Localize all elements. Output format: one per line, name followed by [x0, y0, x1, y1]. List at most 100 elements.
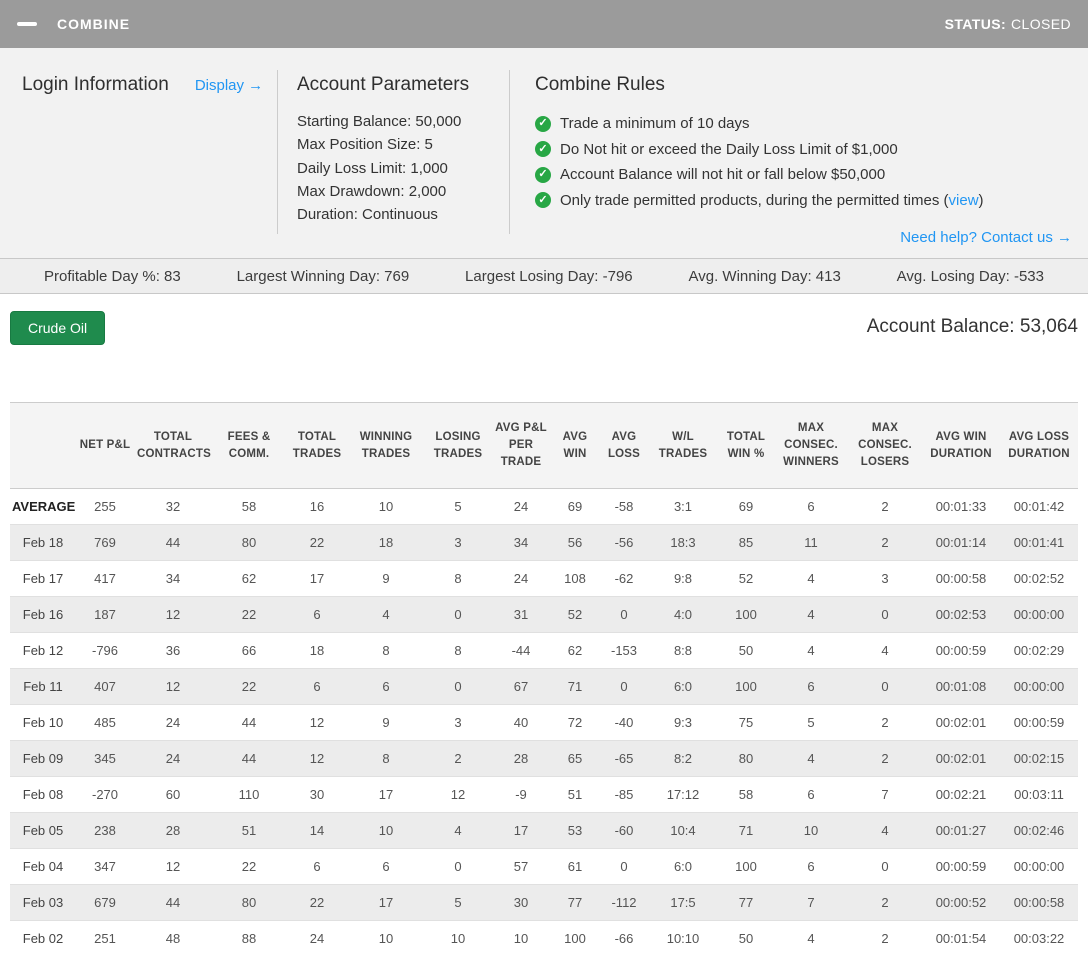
rule-text-suffix: ) — [978, 191, 984, 209]
table-row: Feb 03 679 44 80 22 17 5 30 77 -112 17:5 77 7 2 00:00:… — [10, 884, 1078, 921]
table-cell: 00:00:00 — [1013, 607, 1065, 622]
table-cell: 0 — [454, 679, 462, 694]
table-cell: -58 — [614, 499, 634, 514]
table-cell: 9:3 — [673, 715, 693, 730]
table-cell: 22 — [241, 607, 257, 622]
table-cell: 238 — [94, 823, 116, 838]
table-cell: 67 — [513, 679, 529, 694]
table-cell: 52 — [567, 607, 583, 622]
table-cell: 8:2 — [673, 751, 693, 766]
rule-text: Trade a minimum of 10 days — [560, 115, 750, 132]
table-cell: 9 — [382, 715, 390, 730]
view-link[interactable]: view — [949, 192, 979, 209]
stat-profitable-day: Profitable Day %: 83 — [44, 267, 181, 285]
check-icon: ✓ — [535, 141, 551, 158]
table-cell: 11 — [804, 535, 818, 550]
table-cell: 28 — [165, 823, 181, 838]
param-daily-loss-limit: Daily Loss Limit: 1,000 — [297, 159, 448, 177]
table-cell: 100 — [735, 859, 757, 874]
table-cell: 3 — [881, 571, 889, 586]
crude-oil-button[interactable]: Crude Oil — [10, 311, 106, 345]
row-label: Feb 08 — [22, 787, 64, 802]
table-cell: 00:00:52 — [935, 895, 987, 910]
table-cell: -44 — [511, 643, 531, 658]
table-cell: 00:02:29 — [1013, 643, 1065, 658]
table-cell: 12 — [309, 751, 325, 766]
table-cell: 6 — [382, 859, 390, 874]
table-cell: 0 — [454, 607, 462, 622]
table-cell: 00:00:59 — [1013, 715, 1065, 730]
table-cell: 62 — [567, 643, 583, 658]
collapse-icon[interactable] — [17, 22, 37, 26]
table-cell: 66 — [241, 643, 257, 658]
table-cell: 34 — [165, 571, 181, 586]
table-cell: 255 — [94, 499, 116, 514]
table-cell: 769 — [94, 535, 116, 550]
row-label: Feb 04 — [22, 859, 64, 874]
table-cell: 10 — [803, 823, 819, 838]
table-cell: 00:00:59 — [935, 643, 987, 658]
table-cell: 6:0 — [673, 679, 693, 694]
table-cell: 24 — [309, 931, 325, 947]
table-cell: 17 — [309, 571, 325, 586]
table-cell: 6:0 — [673, 859, 693, 874]
table-cell: 0 — [881, 607, 889, 622]
table-cell: -85 — [614, 787, 634, 802]
table-cell: 187 — [94, 607, 116, 622]
table-cell: 31 — [513, 607, 529, 622]
param-max-drawdown: Max Drawdown: 2,000 — [297, 182, 447, 200]
column-header: AVG LOSS DURATION — [1000, 402, 1078, 489]
table-cell: 0 — [620, 679, 628, 694]
column-header: FEES & COMM. — [212, 402, 286, 489]
table-cell: 52 — [738, 571, 754, 586]
table-cell: 18 — [309, 643, 325, 658]
table-cell: 10 — [378, 823, 394, 838]
column-header: AVG LOSS — [600, 402, 648, 489]
table-cell: 60 — [165, 787, 181, 802]
row-label: Feb 18 — [22, 535, 64, 550]
table-cell: 24 — [165, 715, 181, 730]
display-link[interactable]: Display → — [195, 77, 263, 94]
table-cell: 00:00:00 — [1013, 859, 1065, 874]
row-label: Feb 16 — [22, 607, 64, 622]
rule-item: ✓ Only trade permitted products, during … — [535, 188, 1088, 214]
table-cell: 4 — [807, 571, 815, 586]
table-cell: 69 — [738, 499, 754, 514]
table-cell: 8:8 — [673, 643, 693, 658]
table-row: Feb 18 769 44 80 22 18 3 34 56 -56 18:3 85 11 2 00:01:… — [10, 524, 1078, 561]
contact-us-link[interactable]: Need help? Contact us → — [900, 229, 1072, 246]
table-row: Feb 11 407 12 22 6 6 0 67 71 0 6:0 100 6 0 00:01:08 00:… — [10, 668, 1078, 705]
table-cell: 0 — [881, 679, 889, 694]
table-cell: 00:03:11 — [1014, 787, 1064, 802]
table-cell: 00:02:21 — [935, 787, 987, 802]
table-cell: 17:12 — [666, 787, 700, 802]
table-cell: 5 — [454, 499, 462, 514]
table-cell: 28 — [513, 751, 529, 766]
table-cell: 6 — [807, 679, 815, 694]
table-cell: 10 — [513, 931, 529, 947]
table-cell: 6 — [313, 607, 321, 622]
column-header: W/L TRADES — [648, 402, 718, 489]
check-icon: ✓ — [535, 192, 551, 209]
table-cell: 4 — [881, 643, 889, 658]
combine-rules-section: Combine Rules ✓ Trade a minimum of 10 da… — [510, 70, 1088, 234]
table-cell: 22 — [241, 859, 257, 874]
table-cell: 30 — [513, 895, 529, 910]
table-cell: 17 — [378, 895, 394, 910]
table-cell: 00:01:33 — [935, 499, 987, 514]
table-cell: 00:00:59 — [935, 859, 987, 874]
info-panel: Login Information Display → Account Para… — [0, 48, 1088, 258]
table-cell: 34 — [513, 535, 529, 550]
table-row: Feb 05 238 28 51 14 10 4 17 53 -60 10:4 71 10 4 00:01:… — [10, 812, 1078, 849]
status-label: STATUS: — [944, 16, 1007, 32]
table-row: Feb 09 345 24 44 12 8 2 28 65 -65 8:2 80 4 2 00:02:01 0… — [10, 740, 1078, 777]
row-label: Feb 05 — [22, 823, 64, 838]
table-cell: 22 — [309, 895, 325, 910]
rule-text: Account Balance will not hit or fall bel… — [560, 166, 886, 183]
table-cell: 100 — [735, 607, 757, 622]
table-cell: -66 — [614, 931, 634, 947]
account-balance: Account Balance: 53,064 — [867, 316, 1078, 338]
account-balance-value: 53,064 — [1019, 316, 1078, 337]
table-cell: -65 — [614, 751, 634, 766]
table-cell: -56 — [614, 535, 634, 550]
